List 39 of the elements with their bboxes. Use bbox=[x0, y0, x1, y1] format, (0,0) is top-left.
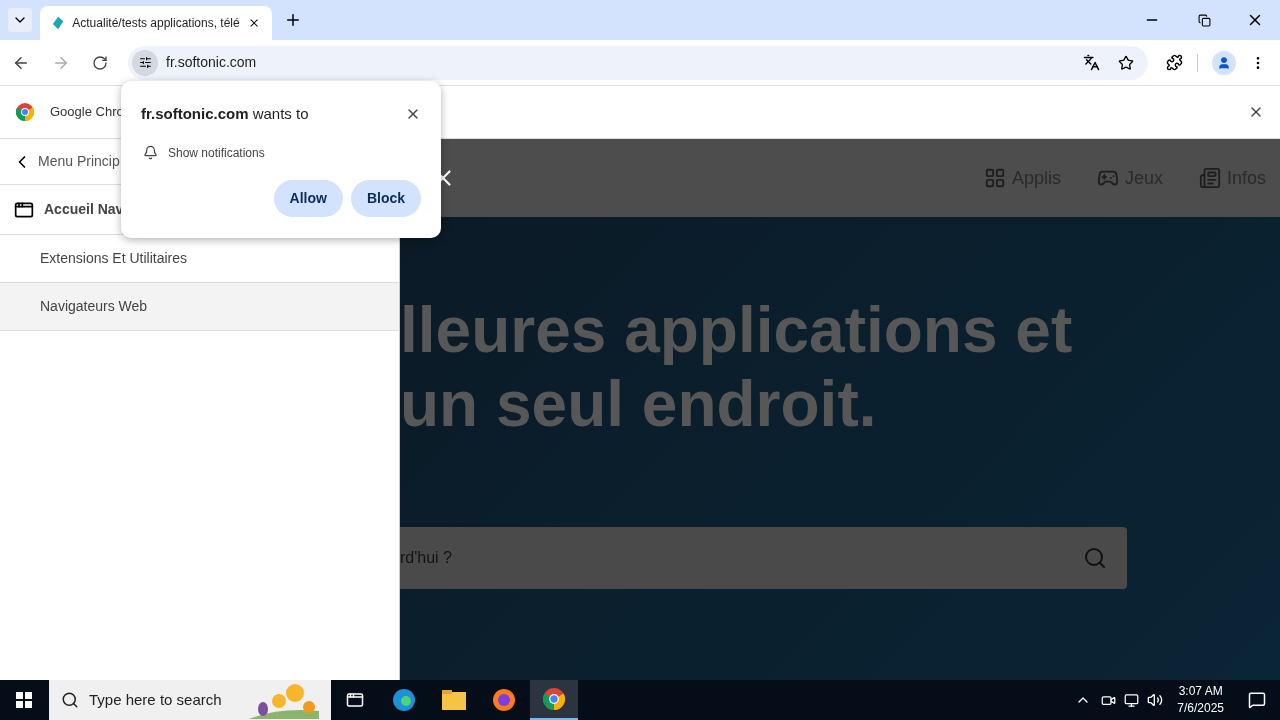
taskbar-search-field[interactable]: Type here to search bbox=[49, 680, 331, 720]
tab-search-button[interactable] bbox=[8, 8, 32, 32]
notification-icon[interactable] bbox=[1248, 691, 1266, 709]
chrome-taskbar-button[interactable] bbox=[530, 680, 578, 720]
hero-heading: lleures applications et bbox=[400, 293, 1074, 367]
permission-text: Show notifications bbox=[168, 144, 265, 162]
newspaper-icon bbox=[1198, 167, 1221, 189]
restore-icon[interactable] bbox=[1198, 13, 1211, 27]
site-settings-icon[interactable] bbox=[132, 49, 158, 76]
network-icon[interactable] bbox=[1124, 692, 1140, 708]
folder-icon[interactable] bbox=[442, 690, 466, 710]
address-bar[interactable]: fr.softonic.com bbox=[128, 45, 1148, 80]
windows-logo-icon[interactable] bbox=[16, 692, 32, 708]
profile-icon[interactable] bbox=[1212, 50, 1236, 75]
grid-icon bbox=[983, 167, 1006, 189]
url-text: fr.softonic.com bbox=[166, 53, 257, 72]
popup-title: fr.softonic.com wants to bbox=[141, 104, 310, 124]
drawer-item[interactable]: Navigateurs Web bbox=[0, 283, 399, 331]
volume-icon[interactable] bbox=[1147, 692, 1164, 708]
translate-icon[interactable] bbox=[1083, 54, 1100, 71]
edge-icon[interactable] bbox=[392, 688, 416, 712]
tab-title: Actualité/tests applications, télé bbox=[72, 15, 240, 32]
hero-heading: un seul endroit. bbox=[400, 367, 878, 441]
permission-button[interactable]: Block bbox=[350, 179, 421, 217]
chrome-logo-icon bbox=[543, 688, 565, 710]
extensions-icon[interactable] bbox=[1166, 54, 1183, 71]
drawer-back-link[interactable]: Menu Princip bbox=[38, 151, 120, 172]
site-icon bbox=[52, 16, 65, 30]
permission-button[interactable]: Allow bbox=[273, 179, 343, 217]
reload-icon[interactable] bbox=[92, 54, 108, 71]
new-tab-icon[interactable] bbox=[284, 11, 302, 29]
clock-date[interactable]: 7/6/2025 bbox=[1177, 700, 1224, 717]
search-icon bbox=[61, 691, 79, 709]
firefox-icon[interactable] bbox=[492, 688, 516, 712]
chrome-logo-icon bbox=[16, 103, 34, 121]
browser-tab[interactable]: Actualité/tests applications, télé bbox=[40, 6, 272, 40]
bell-icon bbox=[143, 145, 158, 160]
bookmark-icon[interactable] bbox=[1118, 54, 1134, 71]
clock-time[interactable]: 3:07 AM bbox=[1178, 683, 1223, 700]
